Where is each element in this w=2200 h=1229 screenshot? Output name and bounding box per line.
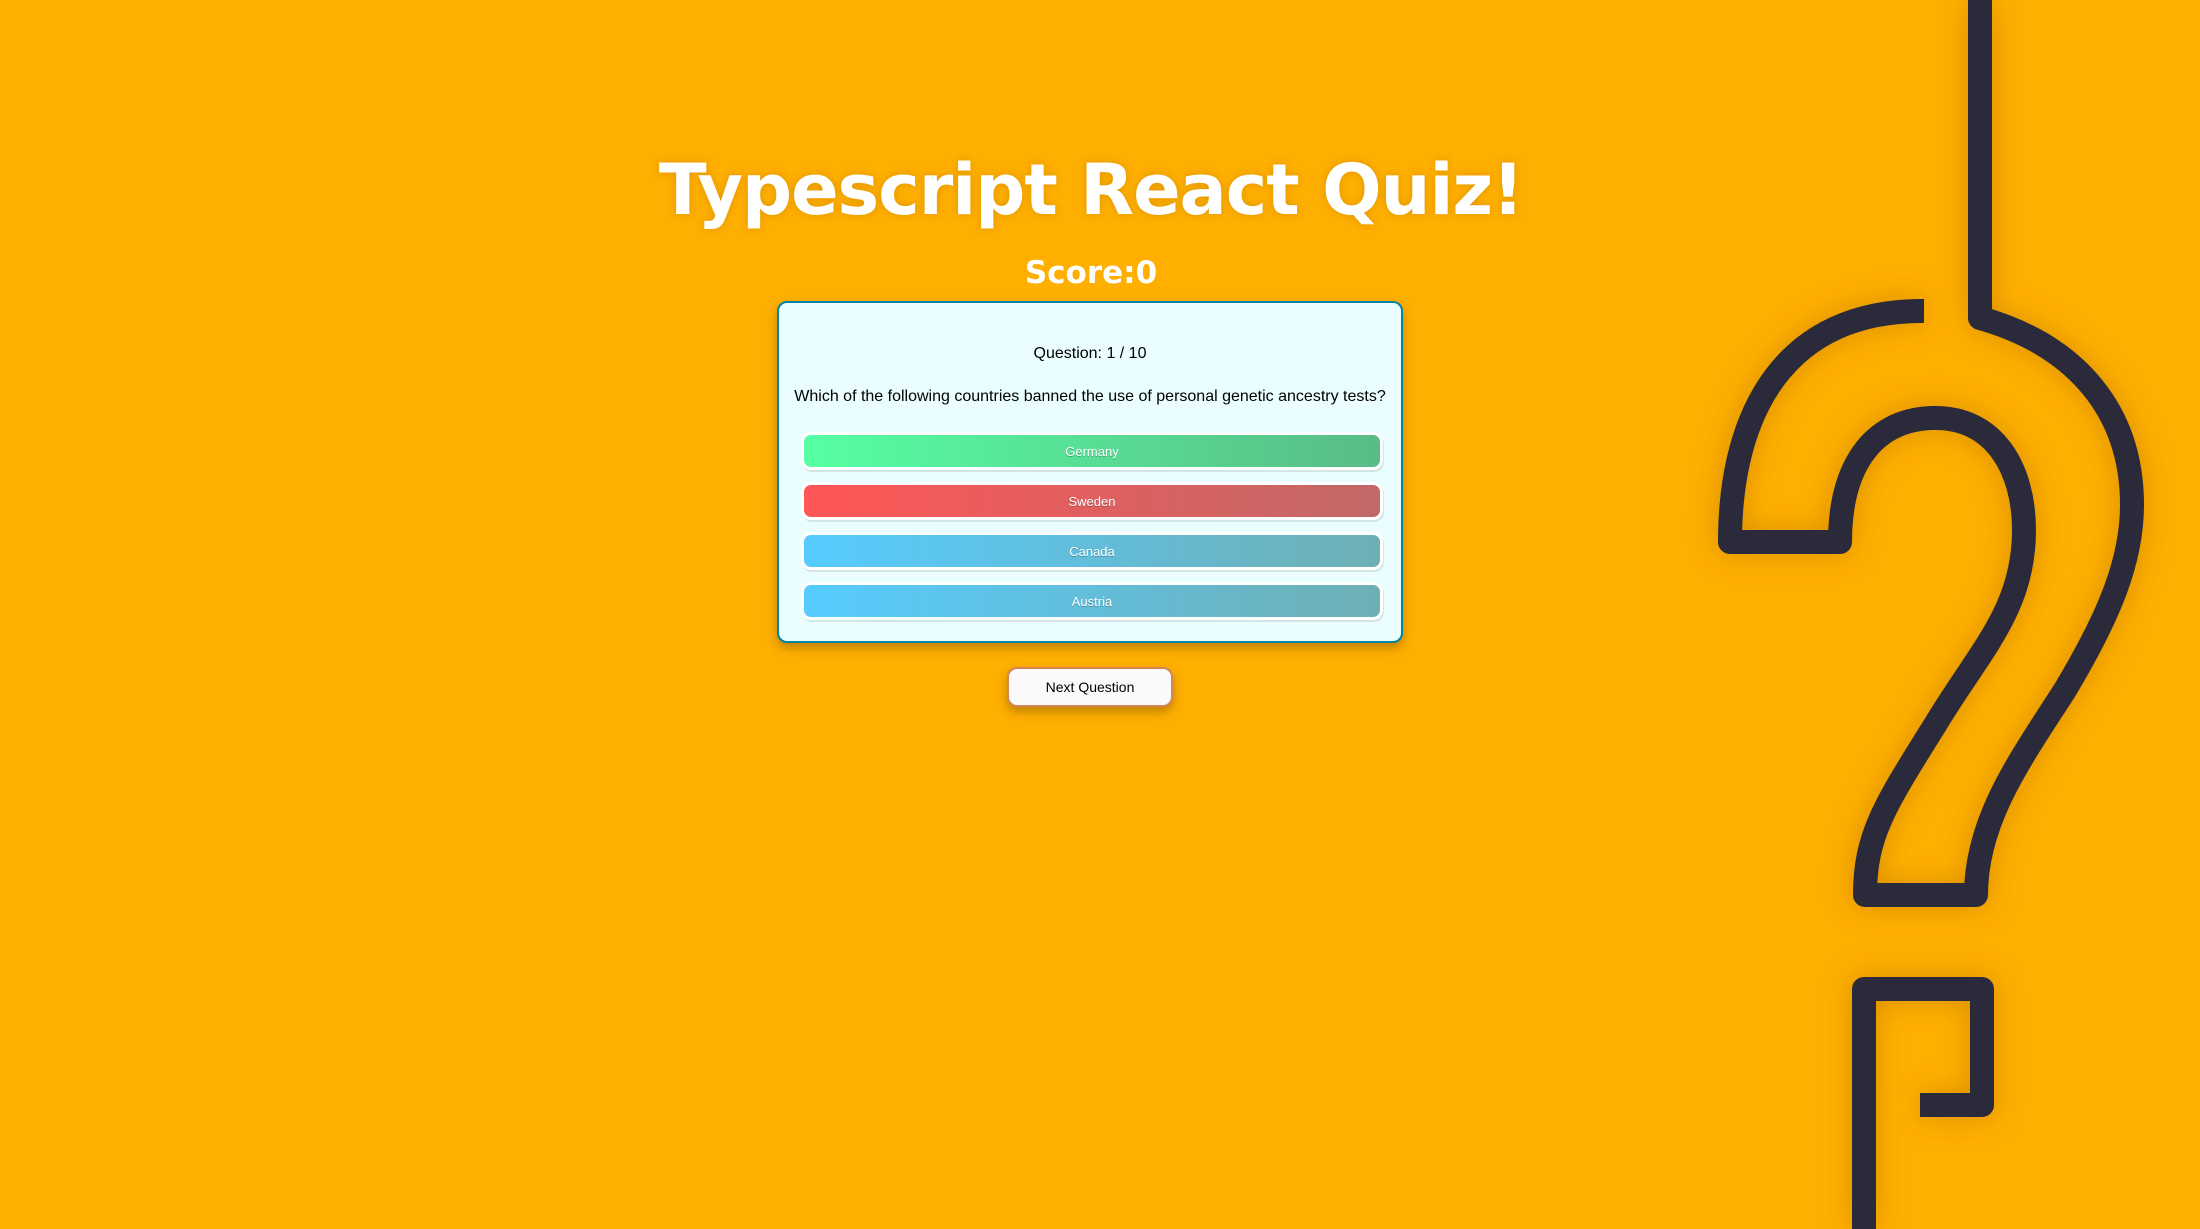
quiz-app: Typescript React Quiz! Score:0 Question:…: [0, 0, 2200, 1229]
question-card: Question: 1 / 10 Which of the following …: [777, 301, 1403, 643]
answer-button-sweden[interactable]: Sweden: [801, 482, 1383, 520]
answer-button-canada[interactable]: Canada: [801, 532, 1383, 570]
next-question-button[interactable]: Next Question: [1007, 667, 1173, 707]
answer-list: Germany Sweden Canada Austria: [801, 432, 1383, 632]
page-title: Typescript React Quiz!: [658, 149, 1524, 231]
answer-button-germany[interactable]: Germany: [801, 432, 1383, 470]
score-display: Score:0: [1024, 255, 1158, 291]
question-number: Question: 1 / 10: [1033, 345, 1147, 362]
question-text: Which of the following countries banned …: [794, 388, 1386, 405]
answer-button-austria[interactable]: Austria: [801, 582, 1383, 620]
